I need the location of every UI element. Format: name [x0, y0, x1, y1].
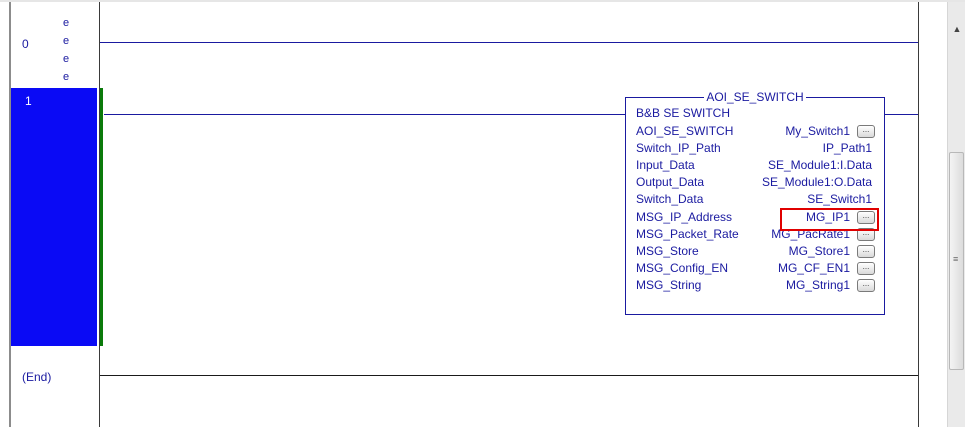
param-row[interactable]: Input_Data SE_Module1:I.Data	[636, 158, 881, 173]
param-value[interactable]: MG_CF_EN1	[778, 261, 850, 275]
edit-marker: e	[63, 17, 70, 29]
ellipsis-button[interactable]: ...	[857, 245, 875, 258]
param-name: Switch_IP_Path	[636, 141, 721, 155]
aoi-title: AOI_SE_SWITCH	[704, 90, 806, 104]
param-row[interactable]: MSG_Config_EN MG_CF_EN1 ...	[636, 261, 881, 276]
param-name: Input_Data	[636, 158, 695, 172]
param-value[interactable]: My_Switch1	[785, 124, 850, 138]
param-row[interactable]: MSG_String MG_String1 ...	[636, 278, 881, 293]
edit-marker: e	[63, 53, 70, 65]
rung-selection-marker	[100, 88, 103, 346]
param-name: AOI_SE_SWITCH	[636, 124, 734, 138]
vertical-scrollbar[interactable]: ▲ ≡	[947, 2, 965, 427]
aoi-instruction-block[interactable]: AOI_SE_SWITCH B&B SE SWITCH AOI_SE_SWITC…	[625, 90, 885, 315]
rung-number: 1	[25, 94, 32, 108]
param-value[interactable]: SE_Module1:I.Data	[768, 158, 872, 172]
scroll-up-icon[interactable]: ▲	[948, 22, 965, 36]
param-value[interactable]: SE_Switch1	[807, 192, 872, 206]
param-row[interactable]: Output_Data SE_Module1:O.Data	[636, 175, 881, 190]
ellipsis-button[interactable]: ...	[857, 262, 875, 275]
ellipsis-button[interactable]: ...	[857, 125, 875, 138]
param-name: MSG_String	[636, 278, 702, 292]
rung-wire-left	[104, 114, 625, 115]
rung-wire	[100, 42, 918, 43]
param-value[interactable]: SE_Module1:O.Data	[762, 175, 872, 189]
end-rung-wire	[100, 375, 918, 376]
param-name: Output_Data	[636, 175, 705, 189]
aoi-description: B&B SE SWITCH	[636, 106, 731, 120]
end-label: (End)	[22, 370, 52, 384]
param-row[interactable]: Switch_Data SE_Switch1	[636, 192, 881, 207]
msg-ip-address-highlight	[780, 208, 879, 231]
ellipsis-button[interactable]: ...	[857, 279, 875, 292]
editor-top-border	[0, 0, 965, 2]
param-name: MSG_Store	[636, 244, 699, 258]
param-name: MSG_Packet_Rate	[636, 227, 739, 241]
param-row[interactable]: MSG_Store MG_Store1 ...	[636, 244, 881, 259]
rung-wire-right	[884, 114, 918, 115]
power-rail-right	[918, 2, 919, 427]
param-name: MSG_Config_EN	[636, 261, 729, 275]
edit-marker: e	[63, 71, 70, 83]
param-value[interactable]: IP_Path1	[823, 141, 872, 155]
edit-marker: e	[63, 35, 70, 47]
param-name: Switch_Data	[636, 192, 704, 206]
param-value[interactable]: MG_Store1	[789, 244, 850, 258]
grip-icon: ≡	[953, 254, 959, 264]
rung-selection[interactable]: 1	[11, 88, 97, 346]
param-value[interactable]: MG_String1	[786, 278, 850, 292]
param-name: MSG_IP_Address	[636, 210, 733, 224]
param-row[interactable]: AOI_SE_SWITCH My_Switch1 ...	[636, 124, 881, 139]
param-row[interactable]: Switch_IP_Path IP_Path1	[636, 141, 881, 156]
scrollbar-thumb[interactable]: ≡	[949, 152, 964, 370]
rung-number: 0	[22, 37, 29, 51]
